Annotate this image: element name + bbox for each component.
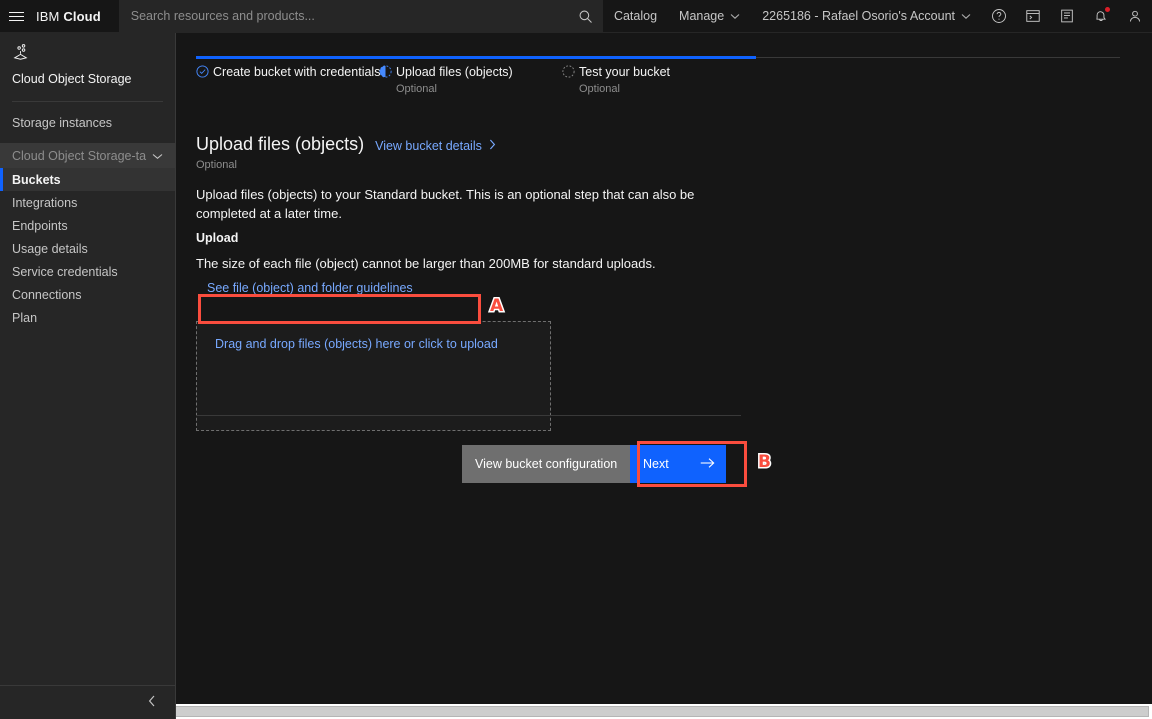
sidebar-gap-mid [0,134,175,143]
sidebar-service-header: Cloud Object Storage [0,33,175,95]
upload-size-note: The size of each file (object) cannot be… [196,256,656,271]
brand-cloud: Cloud [63,8,101,24]
hamburger-menu-icon[interactable] [0,0,32,32]
step-sublabel: Optional [579,83,620,95]
annotation-badge-b-label: B [757,452,773,472]
chevron-left-icon [148,694,156,712]
sidebar-item-buckets[interactable]: Buckets [0,168,175,191]
annotation-badge-a-label: A [488,296,504,316]
sidebar-item-service-credentials[interactable]: Service credentials [0,260,175,283]
view-bucket-details-link[interactable]: View bucket details [375,139,496,153]
hamburger-bars [8,9,24,24]
step-text: Upload files (objects) Optional [396,64,513,95]
sidebar-collapse-button[interactable] [0,685,176,719]
sidebar-gap-top [0,102,175,111]
chevron-down-icon [730,9,740,23]
app-root: IBM Cloud Catalog Manage 2265186 - R [0,0,1152,719]
arrow-right-icon [700,457,715,472]
chevron-right-icon [489,139,496,153]
sidebar-item-label: Storage instances [12,115,113,130]
catalog-label: Catalog [613,9,658,23]
sidebar-service-title: Cloud Object Storage [12,72,132,86]
manage-menu[interactable]: Manage [668,0,751,32]
step-label: Create bucket with credentials [213,65,381,79]
step-label: Upload files (objects) [396,65,513,79]
catalog-link[interactable]: Catalog [603,0,668,32]
search-input[interactable] [118,0,603,32]
global-search[interactable] [118,0,603,32]
sidebar-item-connections[interactable]: Connections [0,283,175,306]
help-circle-icon[interactable] [982,0,1016,32]
step-create-bucket[interactable]: Create bucket with credentials [196,64,380,95]
account-label: 2265186 - Rafael Osorio's Account [762,9,955,23]
chevron-down-icon [961,9,971,23]
sidebar-instance-group[interactable]: Cloud Object Storage-ta [0,143,175,168]
page-title: Upload files (objects) [196,134,365,154]
sidebar-item-label: Connections [12,287,82,302]
dotted-circle-icon [562,64,579,83]
annotation-badge-a: A [488,296,504,316]
header-right-cluster: Catalog Manage 2265186 - Rafael Osorio's… [603,0,1152,32]
page-description: Upload files (objects) to your Standard … [196,187,695,221]
wizard-actions: View bucket configuration Next [462,445,726,483]
next-button-label: Next [643,457,669,471]
sidebar-item-storage-instances[interactable]: Storage instances [0,111,175,134]
view-bucket-configuration-button[interactable]: View bucket configuration [462,445,630,483]
progress-indicator: Create bucket with credentials Upload fi… [196,64,1126,95]
sidebar-item-plan[interactable]: Plan [0,306,175,329]
sidebar-instance-label: Cloud Object Storage-ta [12,148,147,163]
next-button[interactable]: Next [630,445,726,483]
progress-bar [196,56,756,59]
account-switcher[interactable]: 2265186 - Rafael Osorio's Account [751,0,982,32]
step-sublabel: Optional [396,83,437,95]
view-bucket-details-label: View bucket details [375,139,482,153]
manage-label: Manage [679,9,725,23]
upload-section-label: Upload [196,231,239,245]
section-divider [196,415,741,416]
progress-bar-fill [196,56,756,59]
notifications-bell-icon[interactable] [1084,0,1118,32]
step-label: Test your bucket [579,65,671,79]
user-avatar-icon[interactable] [1118,0,1152,32]
half-circle-icon [379,64,396,83]
page-optional-tag: Optional [196,159,237,171]
sidebar-item-label: Plan [12,310,38,325]
annotation-badge-b: B [757,452,773,472]
ibm-cloud-logo[interactable]: IBM Cloud [32,0,115,32]
sidebar-item-label: Service credentials [12,264,118,279]
file-guidelines-link[interactable]: See file (object) and folder guidelines [207,281,413,295]
search-icon[interactable] [569,0,603,32]
page-title-row: Upload files (objects) View bucket detai… [196,133,756,155]
global-header: IBM Cloud Catalog Manage 2265186 - R [0,0,1152,33]
step-text: Test your bucket Optional [579,64,670,95]
brand-ibm: IBM [36,8,60,24]
sidebar-item-integrations[interactable]: Integrations [0,191,175,214]
left-sidebar: Cloud Object Storage Storage instances C… [0,33,176,719]
chevron-down-icon [152,149,163,163]
main-content: Create bucket with credentials Upload fi… [176,33,1152,719]
cloud-shell-icon[interactable] [1016,0,1050,32]
check-circle-icon [196,64,213,83]
step-upload-files[interactable]: Upload files (objects) Optional [379,64,562,95]
docs-icon[interactable] [1050,0,1084,32]
sidebar-item-label: Endpoints [12,218,68,233]
view-bucket-configuration-label: View bucket configuration [475,457,618,471]
sidebar-item-endpoints[interactable]: Endpoints [0,214,175,237]
sidebar-item-label: Usage details [12,241,88,256]
sidebar-item-usage-details[interactable]: Usage details [0,237,175,260]
upload-section: Upload The size of each file (object) ca… [196,231,896,431]
step-text: Create bucket with credentials [213,64,380,80]
progress-bar-track [756,57,1120,58]
notification-badge-dot [1105,7,1110,12]
page-header: Upload files (objects) View bucket detai… [196,133,756,223]
sidebar-item-label: Buckets [12,172,61,187]
sidebar-item-label: Integrations [12,195,78,210]
object-storage-icon [12,44,29,64]
dropzone-label[interactable]: Drag and drop files (objects) here or cl… [205,331,508,357]
step-test-bucket[interactable]: Test your bucket Optional [562,64,670,95]
